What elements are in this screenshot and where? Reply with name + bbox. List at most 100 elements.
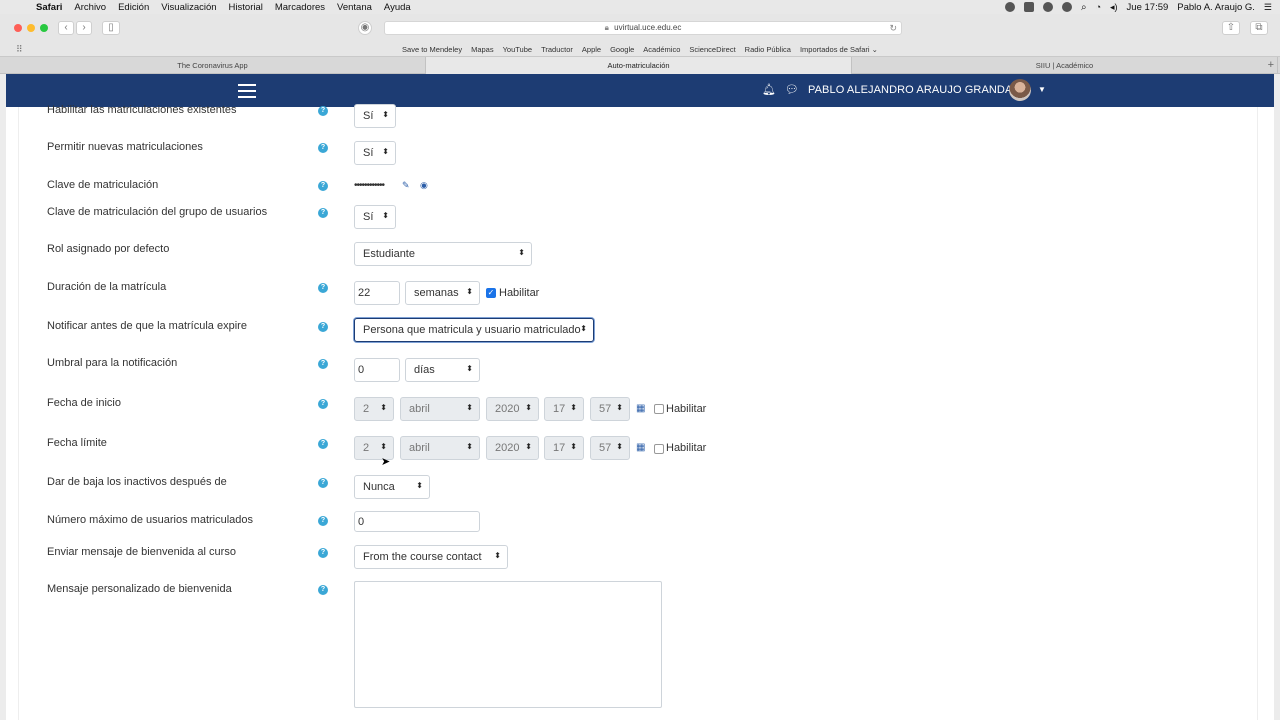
menu-icon[interactable] (238, 84, 256, 98)
start-day-select[interactable]: 2 ⬍ (354, 397, 394, 421)
address-bar[interactable]: 🔒︎ uvirtual.uce.edu.ec ↻ (384, 21, 902, 35)
back-button[interactable]: ‹ (58, 21, 74, 35)
menu-app-safari[interactable]: Safari (36, 2, 62, 13)
bell-icon[interactable]: 🔔︎ (762, 83, 776, 96)
new-enrolments-select[interactable]: Sí ⬍ (354, 141, 396, 165)
menu-ventana[interactable]: Ventana (337, 2, 372, 13)
forward-button[interactable]: › (76, 21, 92, 35)
bookmark-traductor[interactable]: Traductor (541, 45, 573, 54)
end-date-enable-label: Habilitar (666, 442, 707, 454)
duration-number-input[interactable]: 22 (354, 281, 400, 305)
wifi-icon[interactable]: ◔ (1096, 2, 1101, 12)
bookmark-sciencedirect[interactable]: ScienceDirect (689, 45, 735, 54)
calendar-icon[interactable]: ▦ (636, 403, 645, 414)
help-icon[interactable]: ? (318, 548, 328, 558)
duration-enable-checkbox[interactable]: ✓ (486, 288, 496, 298)
help-icon[interactable]: ? (318, 478, 328, 488)
start-year-select[interactable]: 2020 ⬍ (486, 397, 539, 421)
bookmark-google[interactable]: Google (610, 45, 634, 54)
browser-toolbar: ‹ › ▯ ◉ 🔒︎ uvirtual.uce.edu.ec ↻ ⇧ ⧉ (0, 14, 1280, 42)
help-icon[interactable]: ? (318, 399, 328, 409)
notify-select[interactable]: Persona que matricula y usuario matricul… (354, 318, 594, 342)
navbar-user-name[interactable]: PABLO ALEJANDRO ARAUJO GRANDA (808, 84, 1012, 96)
help-icon[interactable]: ? (318, 359, 328, 369)
help-icon[interactable]: ? (318, 181, 328, 191)
share-icon[interactable]: ⇧ (1222, 21, 1240, 35)
menu-historial[interactable]: Historial (229, 2, 263, 13)
macos-user-name[interactable]: Pablo A. Araujo G. (1177, 2, 1255, 13)
enrolment-key-value[interactable]: •••••••••••• (354, 180, 385, 191)
site-settings-icon[interactable]: ◉ (358, 21, 372, 35)
bookmark-mapas[interactable]: Mapas (471, 45, 494, 54)
menu-archivo[interactable]: Archivo (74, 2, 106, 13)
reload-icon[interactable]: ↻ (889, 22, 897, 34)
tab-auto-matriculacion[interactable]: Auto-matriculación (426, 57, 852, 74)
group-key-select[interactable]: Sí ⬍ (354, 205, 396, 229)
label-custom-welcome-message: Mensaje personalizado de bienvenida (47, 583, 232, 595)
mouse-cursor: ➤ (381, 456, 391, 468)
tab-siiu-academico[interactable]: SIIU | Académico (852, 57, 1278, 74)
caret-down-icon[interactable]: ▼ (1038, 85, 1046, 94)
duration-unit-select[interactable]: semanas ⬍ (405, 281, 480, 305)
menu-visualizacion[interactable]: Visualización (161, 2, 216, 13)
menu-ayuda[interactable]: Ayuda (384, 2, 411, 13)
bookmark-youtube[interactable]: YouTube (503, 45, 532, 54)
zoom-window-icon[interactable] (40, 24, 48, 32)
minimize-window-icon[interactable] (27, 24, 35, 32)
top-sites-grid-icon[interactable]: ⠿ (16, 44, 23, 55)
help-icon[interactable]: ? (318, 208, 328, 218)
end-hour-select[interactable]: 17 ⬍ (544, 436, 584, 460)
bookmark-apple[interactable]: Apple (582, 45, 601, 54)
help-icon[interactable]: ? (318, 439, 328, 449)
bookmark-radio-publica[interactable]: Radio Pública (745, 45, 791, 54)
tab-coronavirus-app[interactable]: The Coronavirus App (0, 57, 426, 74)
tabs-overview-icon[interactable]: ⧉ (1250, 21, 1268, 35)
search-icon[interactable]: ⌕ (1081, 2, 1087, 13)
help-icon[interactable]: ? (318, 143, 328, 153)
clock[interactable]: Jue 17:59 (1127, 2, 1169, 13)
url-text: uvirtual.uce.edu.ec (614, 23, 682, 32)
bookmark-academico[interactable]: Académico (643, 45, 680, 54)
existing-enrolments-select[interactable]: Sí ⬍ (354, 104, 396, 128)
help-icon[interactable]: ? (318, 283, 328, 293)
bookmark-mendeley[interactable]: Save to Mendeley (402, 45, 462, 54)
help-icon[interactable]: ? (318, 585, 328, 595)
help-icon[interactable]: ? (318, 106, 328, 116)
tray-dropbox-icon[interactable] (1023, 2, 1034, 12)
new-tab-icon[interactable]: + (1268, 59, 1274, 71)
end-year-select[interactable]: 2020 ⬍ (486, 436, 539, 460)
eye-icon[interactable]: ◉ (420, 180, 428, 191)
threshold-number-input[interactable]: 0 (354, 358, 400, 382)
help-icon[interactable]: ? (318, 516, 328, 526)
tray-cloud-upload-icon[interactable] (1061, 2, 1072, 12)
welcome-message-select[interactable]: From the course contact ⬍ (354, 545, 508, 569)
max-users-input[interactable]: 0 (354, 511, 480, 532)
custom-welcome-textarea[interactable] (354, 581, 662, 708)
avatar[interactable] (1009, 79, 1031, 101)
end-date-enable-checkbox[interactable] (654, 444, 664, 454)
close-window-icon[interactable] (14, 24, 22, 32)
unenrol-inactive-select[interactable]: Nunca ⬍ (354, 475, 430, 499)
label-notify-before-expiry: Notificar antes de que la matrícula expi… (47, 320, 247, 332)
menu-edicion[interactable]: Edición (118, 2, 149, 13)
start-hour-select[interactable]: 17 ⬍ (544, 397, 584, 421)
chat-icon[interactable]: 💬︎ (785, 83, 799, 96)
start-minute-select[interactable]: 57 ⬍ (590, 397, 630, 421)
default-role-select[interactable]: Estudiante ⬍ (354, 242, 532, 266)
pencil-icon[interactable]: ✎ (402, 180, 410, 191)
end-month-select[interactable]: abril ⬍ (400, 436, 480, 460)
start-month-select[interactable]: abril ⬍ (400, 397, 480, 421)
control-center-icon[interactable]: ☰ (1264, 2, 1272, 13)
tray-cloud-icon[interactable] (1042, 2, 1053, 12)
help-icon[interactable]: ? (318, 322, 328, 332)
label-enrolment-duration: Duración de la matrícula (47, 281, 167, 293)
threshold-unit-select[interactable]: días ⬍ (405, 358, 480, 382)
end-minute-select[interactable]: 57 ⬍ (590, 436, 630, 460)
calendar-icon[interactable]: ▦ (636, 442, 645, 453)
start-date-enable-checkbox[interactable] (654, 404, 664, 414)
tray-record-icon[interactable] (1004, 2, 1015, 12)
bookmark-importados[interactable]: Importados de Safari ⌄ (800, 45, 878, 54)
volume-icon[interactable]: ◂) (1110, 2, 1118, 13)
menu-marcadores[interactable]: Marcadores (275, 2, 325, 13)
sidebar-toggle-icon[interactable]: ▯ (102, 21, 120, 35)
